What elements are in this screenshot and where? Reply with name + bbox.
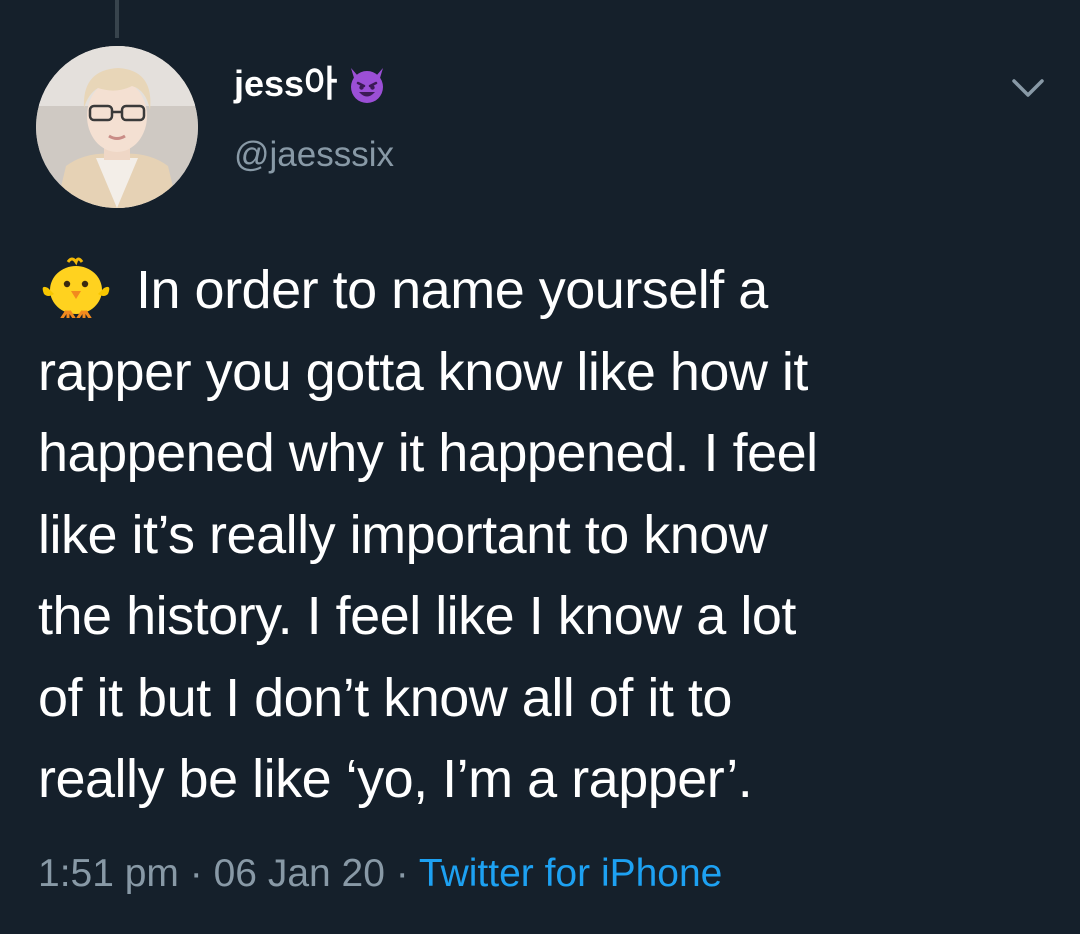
- tweet-metadata: 1:51 pm · 06 Jan 20 · Twitter for iPhone: [38, 850, 722, 898]
- chevron-down-icon[interactable]: [1010, 76, 1046, 100]
- chick-icon: [38, 254, 114, 320]
- tweet-line-5: the history. I feel like I know a lot: [38, 586, 796, 646]
- tweet-line-3: happened why it happened. I feel: [38, 423, 818, 483]
- display-name-text: jess아: [234, 63, 338, 104]
- tweet-time[interactable]: 1:51 pm: [38, 852, 179, 895]
- avatar[interactable]: [36, 46, 198, 208]
- smiling-devil-icon: [345, 62, 389, 106]
- tweet-text: In order to name yourself a rapper you g…: [38, 250, 1048, 821]
- tweet-header: jess아 @jaesssix: [234, 62, 394, 176]
- avatar-image: [36, 46, 198, 208]
- tweet-line-1: In order to name yourself a: [38, 250, 1048, 332]
- tweet-line-4: like it’s really important to know: [38, 504, 768, 565]
- tweet-line-2: rapper you gotta know like how it: [38, 341, 808, 402]
- author-handle[interactable]: @jaesssix: [234, 134, 394, 176]
- tweet-date[interactable]: 06 Jan 20: [214, 852, 385, 895]
- tweet-line-6: of it but I don’t know all of it to: [38, 667, 732, 728]
- thread-connector-line: [115, 0, 119, 38]
- tweet-line-7: really be like ‘yo, I’m a rapper’.: [38, 749, 753, 809]
- meta-separator: ·: [189, 852, 203, 895]
- meta-separator: ·: [395, 852, 409, 895]
- tweet-line-text: In order to name yourself a: [136, 260, 768, 320]
- author-display-name[interactable]: jess아: [234, 62, 394, 106]
- tweet-source-link[interactable]: Twitter for iPhone: [419, 852, 722, 895]
